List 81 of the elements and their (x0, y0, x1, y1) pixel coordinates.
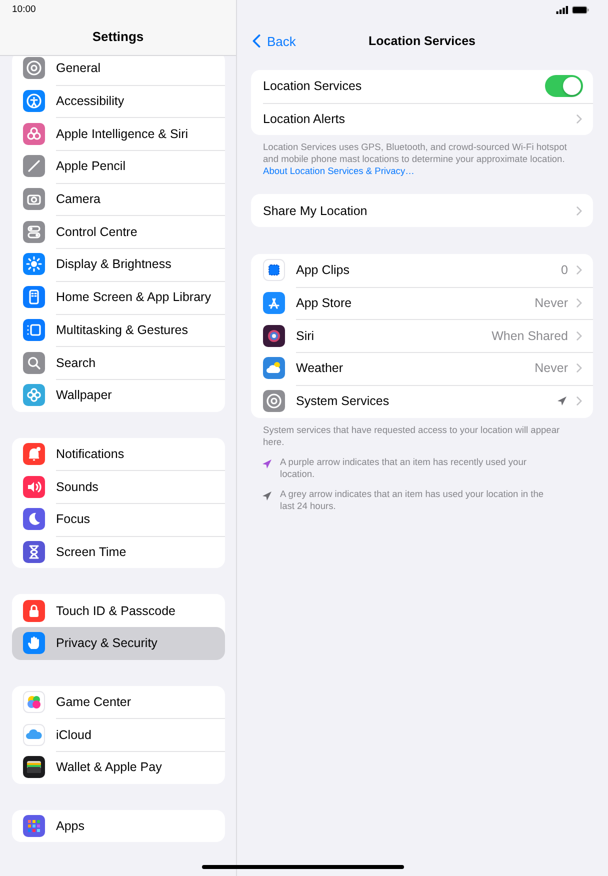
chevron-icon (576, 298, 582, 308)
hourglass-icon (23, 540, 45, 563)
battery-icon (572, 6, 589, 14)
bell-icon (23, 442, 45, 465)
window-icon (23, 318, 45, 341)
chevron-icon (576, 363, 582, 374)
sidebar-item[interactable]: Notifications (12, 438, 225, 470)
gear-icon (263, 390, 285, 412)
page-title: Location Services (368, 34, 476, 48)
sun-icon (23, 253, 45, 276)
settings-row[interactable]: Location Alerts (263, 102, 593, 136)
row-value: 0 (561, 263, 568, 278)
sidebar-item[interactable]: Sounds (12, 470, 225, 503)
grid-icon (23, 815, 45, 838)
sidebar-item[interactable]: Focus (12, 502, 225, 536)
sidebar-item[interactable]: Wallet & Apple Pay (12, 751, 225, 784)
sidebar-item[interactable]: Wallpaper (12, 378, 225, 412)
toggles-icon (23, 220, 45, 243)
back-button[interactable]: Back (246, 32, 302, 50)
app-row[interactable]: System Services (251, 384, 593, 418)
chevron-icon (576, 265, 582, 276)
person-icon (23, 90, 45, 112)
sidebar-item[interactable]: Apps (12, 810, 225, 842)
chevron-icon (576, 114, 582, 124)
tablet-icon (23, 286, 45, 308)
sidebar-item[interactable]: Camera (12, 182, 225, 216)
weather-icon (263, 357, 285, 380)
settings-row[interactable]: Location Services (251, 70, 593, 103)
location-arrow-icon (261, 490, 273, 502)
search-icon (23, 352, 45, 374)
flower-icon (23, 122, 45, 145)
sidebar-item[interactable]: Apple Intelligence & Siri (12, 117, 225, 150)
wallet-icon (23, 756, 45, 778)
location-arrow-icon (261, 458, 273, 470)
legend-text: A purple arrow indicates that an item has recently used your location. (280, 456, 528, 480)
row-value: Never (534, 361, 568, 376)
privacy-link[interactable]: About Location Services & Privacy… (263, 166, 414, 176)
sidebar-item[interactable]: Touch ID & Passcode (12, 594, 225, 627)
sidebar-item[interactable]: Accessibility (12, 84, 225, 118)
status-time: 10:00 (12, 4, 36, 16)
camera-icon (23, 188, 45, 210)
chevron-icon (576, 396, 582, 406)
square-icon (263, 259, 285, 282)
sidebar-item[interactable]: iCloud (12, 718, 225, 752)
orb-icon (263, 324, 285, 347)
bubbles-icon (23, 691, 45, 714)
sidebar-item[interactable]: Multitasking & Gestures (12, 314, 225, 346)
toggle-switch[interactable] (545, 75, 583, 98)
sidebar-item[interactable]: Game Center (12, 686, 225, 718)
hand-icon (23, 632, 45, 654)
sidebar-item[interactable]: General (12, 56, 225, 85)
sidebar-title: Settings (92, 29, 144, 44)
footnote: Location Services uses GPS, Bluetooth, and crowd-sourced Wi-Fi hotspot and mobile phone mast locations to determine your approximate location. About Location Services & Privacy… (263, 141, 568, 178)
app-row[interactable]: Weather Never (251, 352, 593, 385)
row-value: When Shared (492, 328, 568, 343)
settings-row[interactable]: Share My Location (251, 194, 593, 228)
footnote: System services that have requested access to your location will appear here. (263, 424, 561, 448)
lock-icon (23, 600, 45, 622)
sidebar-item[interactable]: Display & Brightness (12, 248, 225, 281)
location-arrow-icon (556, 395, 568, 408)
flower-icon (23, 384, 45, 406)
sidebar-item[interactable]: Screen Time (12, 536, 225, 568)
signal-icon (556, 6, 569, 14)
back-chevron-icon (252, 34, 261, 48)
chevron-icon (576, 330, 582, 341)
row-value: Never (534, 296, 568, 310)
app-row[interactable]: Siri When Shared (251, 319, 593, 352)
chevron-icon (576, 206, 582, 216)
legend-text: A grey arrow indicates that an item has used your location in the last 24 hours. (280, 488, 545, 512)
moon-icon (23, 508, 45, 530)
sidebar-item[interactable]: Apple Pencil (12, 150, 225, 183)
sidebar-item[interactable]: Home Screen & App Library (12, 280, 225, 314)
app-row[interactable]: App Store Never (251, 286, 593, 320)
cloud-icon (23, 724, 45, 746)
sidebar-item[interactable]: Control Centre (12, 215, 225, 248)
sidebar-item[interactable]: Search (12, 346, 225, 379)
app-store-icon (263, 292, 285, 314)
pencil-icon (23, 155, 45, 178)
speaker-icon (23, 476, 45, 498)
sidebar-item[interactable]: Privacy & Security (12, 627, 225, 660)
app-row[interactable]: App Clips 0 (251, 254, 593, 287)
